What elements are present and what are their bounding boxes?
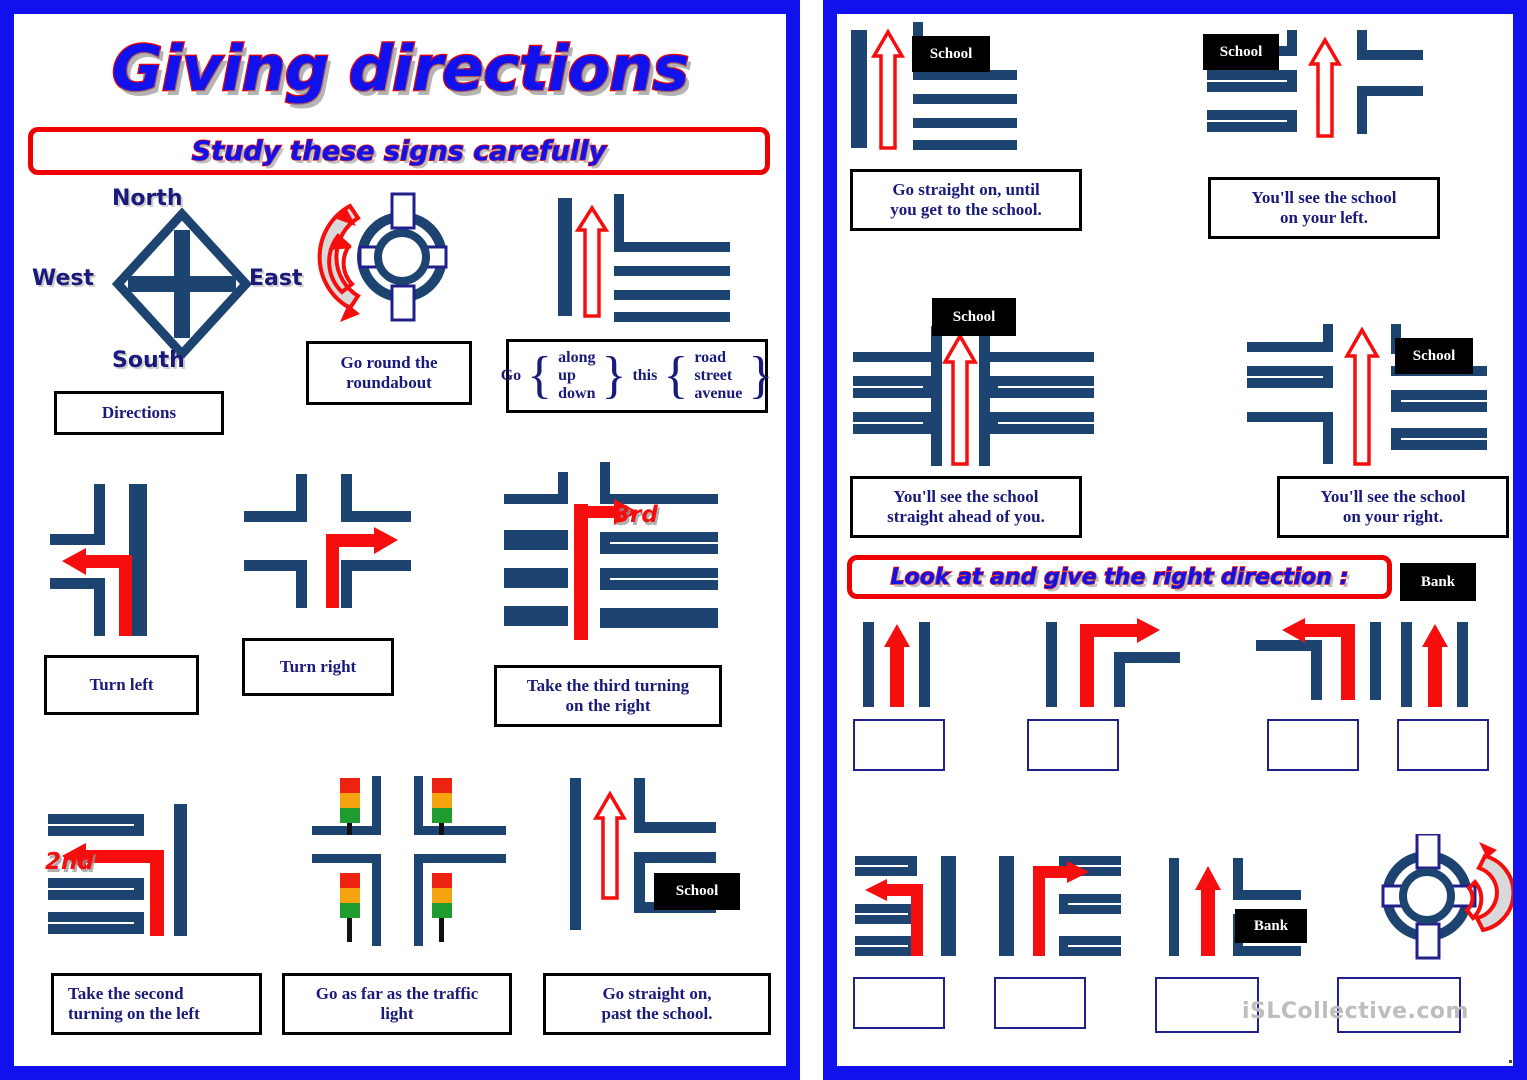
corner-dot [1509,1060,1512,1063]
sign-bank-ex7: Bank [1235,909,1307,943]
compass-label-east: East [249,266,303,291]
third-turning-icon [504,462,718,640]
exercise-past-bank-icon [1169,858,1301,956]
go-option-street: street [694,367,733,385]
turn-left-diagram [44,466,224,656]
exercise-banner: Look at and give the right direction : [847,555,1392,599]
exercise-7-diagram [1167,852,1307,962]
go-phrase-options-1: along up down [558,349,595,403]
exercise-6-diagram [997,852,1127,962]
caption-roundabout: Go round the roundabout [306,341,472,405]
sign-school-ex4: School [1395,338,1473,374]
compass-rose: North South West East [32,186,303,377]
exercise-2-answer-box[interactable] [1027,719,1119,771]
second-turning-ordinal: 2nd [45,849,94,875]
traffic-light-diagram [310,774,510,952]
turn-right-icon [244,474,411,608]
exercise-first-right-icon [999,856,1121,956]
compass-label-west: West [32,266,95,291]
caption-school-on-left: You'll see the school on your left. [1208,177,1440,239]
caption-school-on-right: You'll see the school on your right. [1277,476,1509,538]
exercise-straight-bank-icon [1401,622,1468,707]
sign-school-ex2: School [1203,34,1279,70]
brace-close-1: } [601,347,627,405]
exercise-3-answer-box[interactable] [1267,719,1359,771]
turn-left-icon [50,484,147,636]
caption-traffic-light: Go as far as the traffic light [282,973,512,1035]
exercise-4-answer-box[interactable] [1397,719,1489,771]
go-option-road: road [694,349,727,367]
caption-turn-left: Turn left [44,655,199,715]
exercise-1-answer-box[interactable] [853,719,945,771]
go-phrase-lead: Go [500,367,522,384]
caption-turn-right: Turn right [242,638,394,696]
exercise-roundabout-icon [1381,832,1513,960]
sign-bank-ex4: Bank [1400,563,1476,601]
exercise-8-diagram [1355,832,1513,964]
exercise-5-diagram [853,852,973,962]
compass-label-north: North [112,186,183,211]
caption-directions: Directions [54,391,224,435]
page-right-sheet: School Go straight on, until you get to … [837,14,1513,1066]
study-signs-banner-label: Study these signs carefully [191,135,607,168]
go-option-avenue: avenue [694,384,743,402]
exercise-turn-right-icon [1046,618,1180,707]
brace-open-1: { [527,347,553,405]
exercise-4-diagram [1395,614,1485,709]
page-title: Giving directions [111,31,691,107]
traffic-light-icon [312,776,506,946]
go-option-along: along [558,349,596,367]
exercise-1-diagram [857,614,947,709]
sign-school-past: School [654,873,740,910]
brace-open-2: { [663,347,689,405]
exercise-second-left-icon [855,856,956,956]
past-school-icon [570,778,716,930]
watermark-islcollective: iSLCollective.com [1242,999,1469,1024]
go-option-up: up [558,367,576,385]
go-phrase-middle: this [632,367,658,384]
roundabout-icon [317,192,448,322]
exercise-turn-left-icon [1256,618,1381,700]
caption-third-turning: Take the third turning on the right [494,665,722,727]
exercise-5-answer-box[interactable] [853,977,945,1029]
study-signs-banner: Study these signs carefully [28,127,770,175]
compass-label-south: South [112,348,185,373]
roundabout-diagram [312,192,487,332]
brace-close-2: } [748,347,774,405]
go-phrase-box: Go { along up down } this { road street … [501,339,773,413]
sign-school-ex1: School [912,36,990,72]
exercise-straight-icon [863,622,930,707]
go-along-diagram [554,194,754,330]
third-turning-diagram [496,462,726,667]
turn-right-diagram [240,466,420,616]
go-option-down: down [558,384,596,402]
caption-second-turning: Take the second turning on the left [51,973,262,1035]
sign-school-ex3: School [932,298,1016,336]
exercise-2-diagram [1042,614,1182,709]
past-school-diagram [564,774,754,942]
exercise-6-answer-box[interactable] [994,977,1086,1029]
caption-straight-until-school: Go straight on, until you get to the sch… [850,169,1082,231]
exercise-3-diagram [1252,614,1402,709]
caption-school-straight-ahead: You'll see the school straight ahead of … [850,476,1082,538]
go-phrase-options-2: road street avenue [694,349,742,403]
worksheet-page-left: Giving directions Study these signs care… [0,0,800,1080]
third-turning-ordinal: 3rd [614,502,658,528]
worksheet-page-right: School Go straight on, until you get to … [823,0,1527,1080]
page-left-sheet: Giving directions Study these signs care… [14,14,786,1066]
road-with-sideroads-icon [558,194,730,322]
exercise-banner-label: Look at and give the right direction : [890,564,1349,591]
caption-past-school: Go straight on, past the school. [543,973,771,1035]
